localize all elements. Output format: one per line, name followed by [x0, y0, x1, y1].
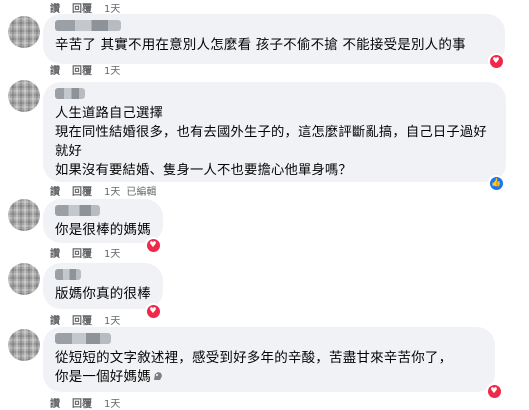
- like-link[interactable]: 讚: [50, 312, 60, 327]
- like-link[interactable]: 讚: [50, 62, 60, 77]
- comment-text: 版媽你真的很棒: [55, 286, 151, 302]
- sticker-icon: [153, 372, 162, 380]
- reply-link[interactable]: 回覆: [72, 245, 92, 260]
- like-link[interactable]: 讚: [50, 245, 60, 260]
- heart-icon: ♥: [489, 54, 503, 68]
- comment-actions: 讚 回覆 1天: [50, 312, 132, 327]
- commenter-name[interactable]: [55, 333, 111, 344]
- like-link[interactable]: 讚: [50, 395, 60, 410]
- avatar[interactable]: [8, 80, 40, 112]
- reaction-badge[interactable]: 👍: [489, 176, 503, 190]
- comment-bubble: 版媽你真的很棒: [43, 263, 163, 309]
- comment-timestamp[interactable]: 1天: [104, 0, 120, 15]
- comment-bubble: 你是很棒的媽媽: [43, 199, 163, 243]
- reaction-badge[interactable]: ♥: [146, 238, 160, 252]
- like-icon: 👍: [489, 176, 503, 190]
- comment-bubble: 辛苦了 其實不用在意別人怎麼看 孩子不偷不搶 不能接受是別人的事: [43, 14, 505, 64]
- comment-actions: 讚 回覆 1天: [50, 62, 132, 77]
- heart-icon: ♥: [146, 238, 160, 252]
- reply-link[interactable]: 回覆: [72, 0, 92, 15]
- commenter-name[interactable]: [55, 269, 81, 280]
- comment-bubble: 人生道路自己選擇 現在同性結婚很多，也有去國外生子的，這怎麼評斷亂搞，自己日子過…: [43, 82, 506, 182]
- avatar[interactable]: [8, 16, 40, 48]
- comment-text-body: 從短短的文字敘述裡，感受到好多年的辛酸，苦盡甘來辛苦你了， 你是一個好媽媽: [55, 350, 453, 385]
- reply-link[interactable]: 回覆: [72, 183, 92, 198]
- commenter-name[interactable]: [55, 20, 121, 31]
- reaction-badge[interactable]: ♥: [489, 54, 503, 68]
- comment-timestamp[interactable]: 1天: [104, 312, 120, 327]
- comment-actions: 讚 回覆 1天: [50, 395, 132, 410]
- avatar[interactable]: [8, 263, 40, 295]
- avatar[interactable]: [8, 329, 40, 361]
- comment-text: 辛苦了 其實不用在意別人怎麼看 孩子不偷不搶 不能接受是別人的事: [55, 37, 466, 53]
- avatar[interactable]: [8, 199, 40, 231]
- heart-icon: ♥: [487, 384, 501, 398]
- commenter-name[interactable]: [55, 205, 100, 216]
- like-link[interactable]: 讚: [50, 0, 60, 15]
- reply-link[interactable]: 回覆: [72, 395, 92, 410]
- reply-link[interactable]: 回覆: [72, 62, 92, 77]
- comment-timestamp[interactable]: 1天: [104, 62, 120, 77]
- comment-text: 從短短的文字敘述裡，感受到好多年的辛酸，苦盡甘來辛苦你了， 你是一個好媽媽: [55, 349, 483, 387]
- comment-timestamp[interactable]: 1天: [104, 183, 120, 198]
- like-link[interactable]: 讚: [50, 183, 60, 198]
- comment-actions: 讚 回覆 1天: [50, 0, 132, 15]
- reaction-badge[interactable]: ♥: [487, 384, 501, 398]
- reaction-badge[interactable]: ♥: [146, 304, 160, 318]
- comment-bubble: 從短短的文字敘述裡，感受到好多年的辛酸，苦盡甘來辛苦你了， 你是一個好媽媽: [43, 327, 495, 392]
- comment-text: 人生道路自己選擇 現在同性結婚很多，也有去國外生子的，這怎麼評斷亂搞，自己日子過…: [55, 106, 487, 178]
- comment-actions: 讚 回覆 1天 已編輯: [50, 183, 168, 198]
- edited-label[interactable]: 已編輯: [126, 183, 156, 198]
- commenter-name[interactable]: [55, 88, 85, 99]
- comment-text: 你是很棒的媽媽: [55, 222, 151, 238]
- comment-timestamp[interactable]: 1天: [104, 395, 120, 410]
- heart-icon: ♥: [146, 304, 160, 318]
- reply-link[interactable]: 回覆: [72, 312, 92, 327]
- comment-timestamp[interactable]: 1天: [104, 245, 120, 260]
- comment-actions: 讚 回覆 1天: [50, 245, 132, 260]
